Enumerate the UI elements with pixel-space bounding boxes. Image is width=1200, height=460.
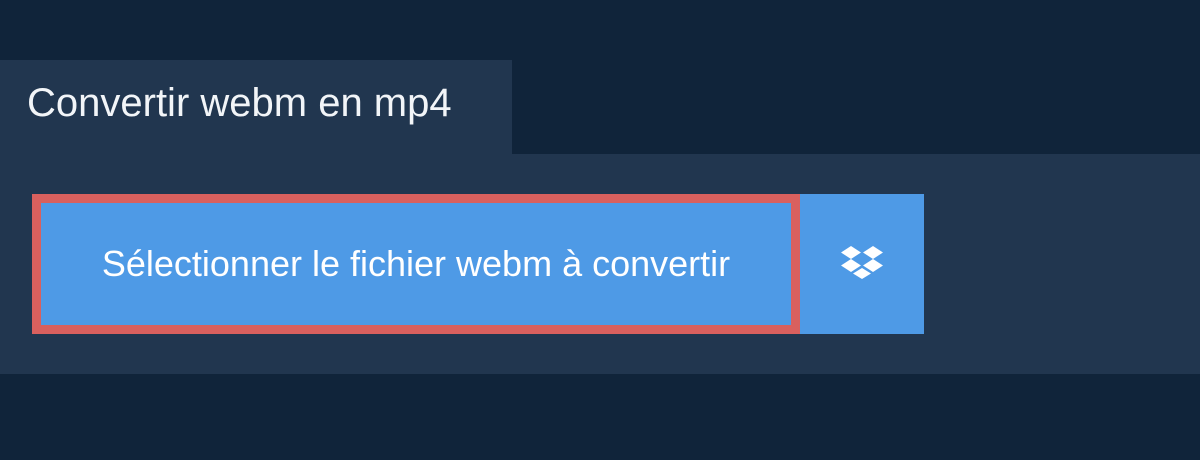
page-title: Convertir webm en mp4 <box>27 81 452 125</box>
dropbox-button[interactable] <box>800 194 924 334</box>
dropbox-icon <box>841 246 883 279</box>
converter-tab: Convertir webm en mp4 <box>0 60 512 156</box>
select-file-button[interactable]: Sélectionner le fichier webm à convertir <box>32 194 800 334</box>
